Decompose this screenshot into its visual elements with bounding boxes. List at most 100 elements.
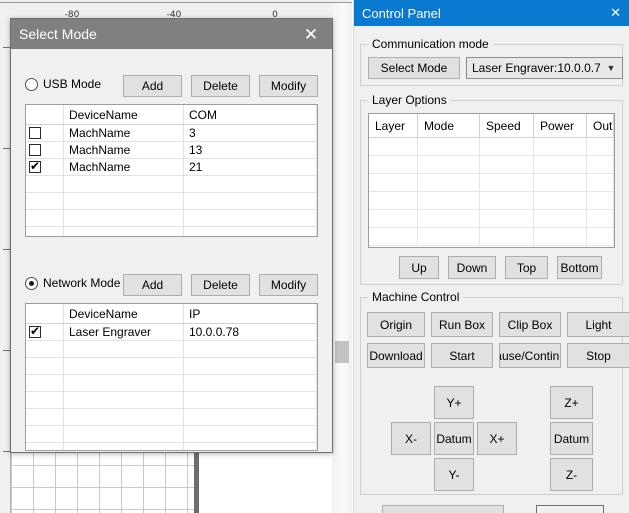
jog-datum-xy-button[interactable]: Datum	[434, 422, 474, 455]
close-icon[interactable]: ✕	[610, 0, 621, 26]
empty-cell	[64, 375, 184, 391]
machine-control-label: Machine Control	[368, 290, 463, 304]
layer-down-button[interactable]: Down	[448, 256, 496, 279]
empty-cell	[480, 210, 534, 227]
chevron-down-icon[interactable]: ▼	[600, 63, 622, 73]
network-mode-radio[interactable]: Network Mode	[25, 276, 120, 290]
net-row-checkbox[interactable]	[26, 324, 64, 340]
jog-y-plus-button[interactable]: Y+	[434, 386, 474, 419]
table-row-empty[interactable]	[26, 426, 317, 443]
usb-device-table[interactable]: DeviceName COM MachName 3 MachName 13	[25, 104, 318, 237]
network-device-table[interactable]: DeviceName IP Laser Engraver 10.0.0.78	[25, 303, 318, 451]
control-panel-titlebar[interactable]: Control Panel ✕	[354, 0, 629, 26]
usb-delete-button[interactable]: Delete	[191, 75, 250, 97]
empty-cell	[480, 156, 534, 173]
usb-add-button[interactable]: Add	[123, 75, 182, 97]
communication-mode-label: Communication mode	[368, 37, 493, 51]
origin-button[interactable]: Origin	[367, 312, 425, 337]
jog-y-minus-button[interactable]: Y-	[434, 458, 474, 491]
table-row[interactable]: MachName 3	[26, 125, 317, 142]
table-row-empty[interactable]	[26, 358, 317, 375]
table-row[interactable]: MachName 13	[26, 142, 317, 159]
dialog-titlebar[interactable]: Select Mode ✕	[11, 19, 332, 49]
usb-row-devicename: MachName	[64, 125, 184, 141]
table-row-empty[interactable]	[26, 227, 317, 237]
empty-cell	[534, 210, 587, 227]
layer-up-button[interactable]: Up	[399, 256, 439, 279]
usb-row-checkbox[interactable]	[26, 142, 64, 158]
empty-cell	[480, 174, 534, 191]
splitter-grip[interactable]	[335, 341, 349, 363]
panel-splitter[interactable]	[332, 3, 352, 513]
checkbox-icon[interactable]	[29, 127, 41, 139]
usb-modify-button[interactable]: Modify	[259, 75, 318, 97]
usb-row-com: 13	[184, 142, 317, 158]
usb-mode-section: USB Mode Add Delete Modify DeviceName CO…	[25, 75, 318, 99]
radio-icon[interactable]	[25, 277, 38, 290]
usb-row-checkbox[interactable]	[26, 125, 64, 141]
light-button[interactable]: Light	[567, 312, 629, 337]
empty-cell	[369, 174, 418, 191]
network-delete-button[interactable]: Delete	[191, 274, 250, 296]
empty-cell	[26, 375, 64, 391]
table-row-empty[interactable]	[26, 375, 317, 392]
empty-cell	[64, 358, 184, 374]
table-row-empty[interactable]	[26, 341, 317, 358]
start-button[interactable]: Start	[431, 343, 493, 368]
empty-cell	[64, 409, 184, 425]
table-row-empty[interactable]	[26, 176, 317, 193]
checkbox-icon[interactable]	[29, 161, 41, 173]
layer-top-button[interactable]: Top	[505, 256, 548, 279]
dialog-title: Select Mode	[19, 26, 97, 42]
usb-mode-radio[interactable]: USB Mode	[25, 77, 101, 91]
net-col-devicename: DeviceName	[64, 304, 184, 323]
table-row[interactable]: MachName 21	[26, 159, 317, 176]
stop-button[interactable]: Stop	[567, 343, 629, 368]
table-row-empty[interactable]	[26, 210, 317, 227]
empty-cell	[418, 156, 480, 173]
layer-col-layer: Layer	[369, 114, 418, 137]
table-row-empty[interactable]	[26, 409, 317, 426]
table-row-empty[interactable]	[26, 392, 317, 409]
layer-row-empty[interactable]	[369, 228, 614, 246]
empty-cell	[26, 392, 64, 408]
checkbox-icon[interactable]	[29, 326, 41, 338]
layer-col-mode: Mode	[418, 114, 480, 137]
layer-row-empty[interactable]	[369, 174, 614, 192]
table-row-empty[interactable]	[26, 193, 317, 210]
ruler-tick	[3, 47, 10, 48]
layer-row-empty[interactable]	[369, 192, 614, 210]
jog-datum-z-button[interactable]: Datum	[550, 422, 593, 455]
pause-continue-button[interactable]: Pause/Continue	[499, 343, 561, 368]
layer-options-table[interactable]: Layer Mode Speed Power Out...	[368, 113, 615, 248]
usb-col-com: COM	[184, 105, 317, 124]
run-box-button[interactable]: Run Box	[431, 312, 493, 337]
bottom-button-left[interactable]	[382, 505, 504, 513]
jog-z-plus-button[interactable]: Z+	[550, 386, 593, 419]
bottom-button-right[interactable]	[536, 505, 604, 513]
empty-cell	[184, 358, 317, 374]
empty-cell	[26, 443, 64, 451]
close-icon[interactable]: ✕	[290, 19, 332, 49]
jog-z-minus-button[interactable]: Z-	[550, 458, 593, 491]
layer-row-empty[interactable]	[369, 138, 614, 156]
communication-mode-group: Communication mode Select Mode Laser Eng…	[360, 44, 623, 86]
layer-row-empty[interactable]	[369, 156, 614, 174]
jog-x-minus-button[interactable]: X-	[391, 422, 431, 455]
radio-icon[interactable]	[25, 78, 38, 91]
layer-bottom-button[interactable]: Bottom	[557, 256, 602, 279]
clip-box-button[interactable]: Clip Box	[499, 312, 561, 337]
device-dropdown[interactable]: Laser Engraver:10.0.0.78 ▼	[466, 57, 623, 79]
layer-table-header-row: Layer Mode Speed Power Out...	[369, 114, 614, 138]
network-modify-button[interactable]: Modify	[259, 274, 318, 296]
usb-row-checkbox[interactable]	[26, 159, 64, 175]
table-row[interactable]: Laser Engraver 10.0.0.78	[26, 324, 317, 341]
network-add-button[interactable]: Add	[123, 274, 182, 296]
table-row-empty[interactable]	[26, 443, 317, 451]
jog-x-plus-button[interactable]: X+	[477, 422, 517, 455]
download-button[interactable]: Download	[367, 343, 425, 368]
select-mode-button[interactable]: Select Mode	[368, 57, 460, 79]
empty-cell	[184, 443, 317, 451]
checkbox-icon[interactable]	[29, 144, 41, 156]
layer-row-empty[interactable]	[369, 210, 614, 228]
